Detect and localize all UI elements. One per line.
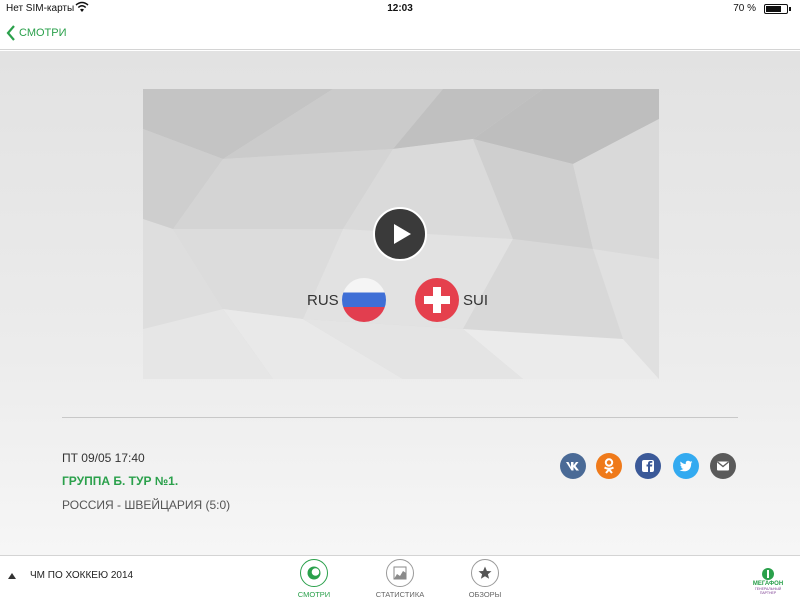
main-content: RUS SUI ПТ 09/05 17:40 ГРУППА Б. ТУР №1.…: [0, 51, 800, 555]
team-home-code: RUS: [307, 292, 339, 309]
share-odnoklassniki-button[interactable]: [596, 453, 622, 479]
mail-icon: [717, 461, 729, 471]
nav-bar: СМОТРИ: [0, 18, 800, 50]
section-label: ЧМ ПО ХОККЕЮ 2014: [30, 570, 134, 581]
back-button[interactable]: СМОТРИ: [6, 25, 67, 41]
share-mail-button[interactable]: [710, 453, 736, 479]
video-player[interactable]: RUS SUI: [143, 89, 659, 379]
tab-watch[interactable]: СМОТРИ: [279, 559, 349, 599]
tab-bar: ЧМ ПО ХОККЕЮ 2014 СМОТРИ СТАТИСТИКА ОБЗО…: [0, 555, 800, 600]
tab-label: ОБЗОРЫ: [468, 590, 502, 599]
megafon-logo-mark: [762, 568, 774, 580]
switzerland-flag-icon: [415, 278, 459, 322]
star-icon: [478, 566, 492, 579]
share-twitter-button[interactable]: [673, 453, 699, 479]
back-label: СМОТРИ: [19, 27, 67, 39]
facebook-icon: [642, 460, 654, 472]
tab-label: СМОТРИ: [297, 590, 331, 599]
triangle-up-icon: [8, 572, 16, 579]
share-vk-button[interactable]: [560, 453, 586, 479]
divider: [62, 417, 738, 418]
sponsor-logo: МЕГАФОН ГЕНЕРАЛЬНЫЙ ПАРТНЕР: [748, 568, 788, 595]
tab-statistics[interactable]: СТАТИСТИКА: [365, 559, 435, 599]
battery-icon: [764, 4, 791, 14]
twitter-icon: [679, 460, 693, 472]
match-group: ГРУППА Б. ТУР №1.: [62, 474, 179, 488]
battery-percent: 70 %: [733, 3, 756, 14]
match-date: ПТ 09/05 17:40: [62, 451, 145, 465]
tab-reviews[interactable]: ОБЗОРЫ: [450, 559, 520, 599]
chevron-left-icon: [6, 25, 15, 41]
vk-icon: [566, 462, 579, 471]
play-icon: [394, 224, 411, 244]
share-facebook-button[interactable]: [635, 453, 661, 479]
chart-icon: [393, 566, 407, 580]
tab-label: СТАТИСТИКА: [375, 590, 425, 599]
team-away-code: SUI: [463, 292, 489, 309]
russia-flag-icon: [342, 278, 386, 322]
match-result: РОССИЯ - ШВЕЙЦАРИЯ (5:0): [62, 498, 231, 512]
status-bar: Нет SIM-карты 12:03 70 %: [0, 0, 800, 18]
watch-icon: [307, 566, 321, 580]
odnoklassniki-icon: [604, 458, 614, 474]
clock: 12:03: [387, 3, 413, 14]
sponsor-tagline: ГЕНЕРАЛЬНЫЙ ПАРТНЕР: [754, 587, 782, 595]
play-button[interactable]: [373, 207, 427, 261]
section-selector[interactable]: ЧМ ПО ХОККЕЮ 2014: [8, 570, 133, 581]
